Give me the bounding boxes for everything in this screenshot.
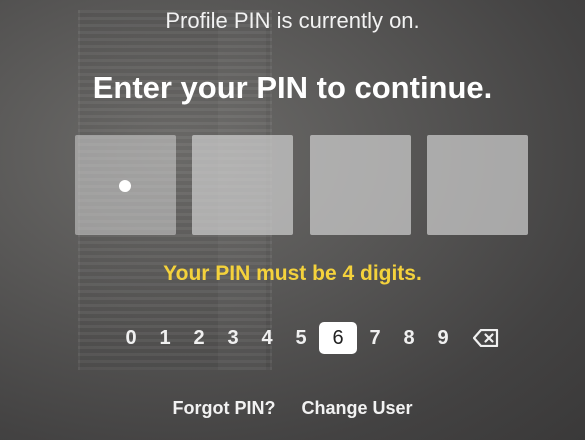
key-2[interactable]: 2 — [182, 322, 216, 354]
page-title: Enter your PIN to continue. — [92, 70, 493, 105]
pin-box-3 — [309, 135, 411, 235]
error-message: Your PIN must be 4 digits. — [163, 262, 422, 285]
pin-box-4 — [426, 135, 528, 235]
pin-box-2 — [192, 135, 294, 235]
key-9[interactable]: 9 — [426, 322, 460, 354]
footer-links: Forgot PIN? Change User — [0, 398, 585, 419]
number-keypad: 0 1 2 3 4 5 6 7 8 9 — [114, 322, 506, 354]
key-0[interactable]: 0 — [114, 322, 148, 354]
pin-box-1 — [75, 135, 176, 235]
pin-entry-boxes — [75, 135, 528, 235]
key-5[interactable]: 5 — [284, 322, 318, 354]
key-4[interactable]: 4 — [250, 322, 284, 354]
pin-status-text: Profile PIN is currently on. — [165, 8, 420, 33]
backspace-icon — [473, 329, 499, 347]
key-8[interactable]: 8 — [392, 322, 426, 354]
key-1[interactable]: 1 — [148, 322, 182, 354]
backspace-button[interactable] — [466, 322, 506, 354]
key-6[interactable]: 6 — [319, 322, 357, 354]
change-user-link[interactable]: Change User — [301, 398, 412, 419]
pin-dot-icon — [119, 180, 131, 192]
forgot-pin-link[interactable]: Forgot PIN? — [172, 398, 275, 419]
key-7[interactable]: 7 — [358, 322, 392, 354]
key-3[interactable]: 3 — [216, 322, 250, 354]
